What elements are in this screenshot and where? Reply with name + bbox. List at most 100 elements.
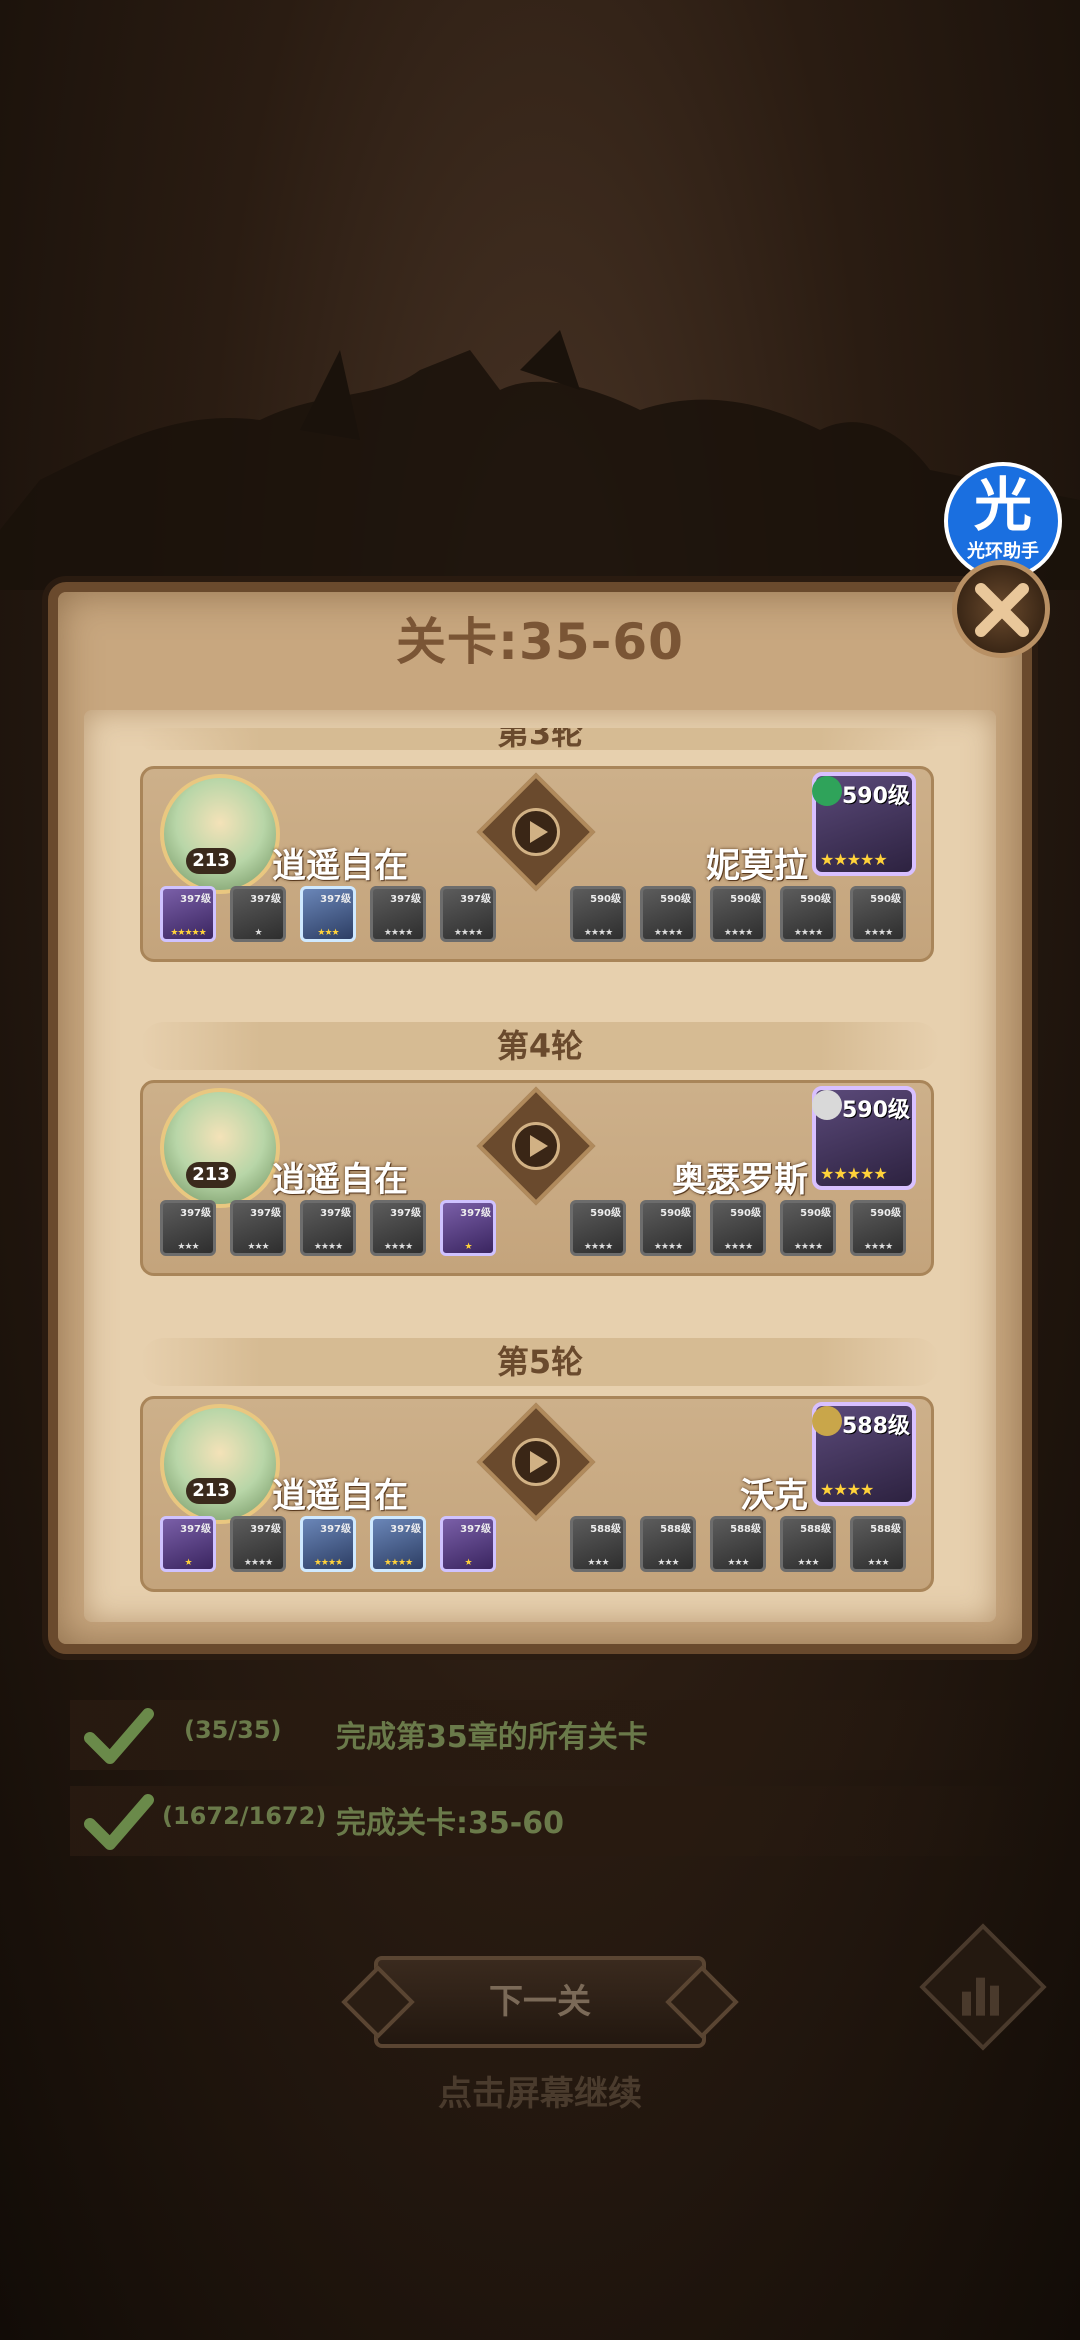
slot-level: 397级 xyxy=(320,1208,351,1219)
slot-stars: ★★★ xyxy=(657,1558,679,1568)
player-hero-slot[interactable]: 397级 ★★★★ xyxy=(370,886,426,942)
faction-icon xyxy=(812,776,842,806)
player-hero-slot[interactable]: 397级 ★ xyxy=(440,1516,496,1572)
slot-level: 588级 xyxy=(870,1524,901,1535)
checkmark-icon xyxy=(84,1708,154,1764)
player-hero-slot[interactable]: 397级 ★★★★ xyxy=(230,1516,286,1572)
slot-stars: ★★★★ xyxy=(793,928,823,938)
player-hero-slot[interactable]: 397级 ★★★ xyxy=(230,1200,286,1256)
slot-level: 397级 xyxy=(180,894,211,905)
enemy-hero-slot[interactable]: 590级 ★★★★ xyxy=(850,886,906,942)
player-hero-slot[interactable]: 397级 ★ xyxy=(160,1516,216,1572)
slot-level: 588级 xyxy=(730,1524,761,1535)
enemy-hero-slot[interactable]: 590级 ★★★★ xyxy=(640,886,696,942)
slot-stars: ★★★★ xyxy=(723,1242,753,1252)
checkmark-icon xyxy=(84,1794,154,1850)
slot-level: 590级 xyxy=(870,894,901,905)
enemy-hero-slot[interactable]: 588级 ★★★ xyxy=(850,1516,906,1572)
slot-stars: ★★★ xyxy=(797,1558,819,1568)
enemy-hero-slot[interactable]: 590级 ★★★★ xyxy=(850,1200,906,1256)
slot-stars: ★★★★ xyxy=(243,1558,273,1568)
enemy-hero-slot[interactable]: 590级 ★★★★ xyxy=(710,1200,766,1256)
slot-level: 590级 xyxy=(590,894,621,905)
slot-stars: ★★★ xyxy=(247,1242,269,1252)
slot-level: 397级 xyxy=(460,1208,491,1219)
enemy-hero-slot[interactable]: 590级 ★★★★ xyxy=(640,1200,696,1256)
slot-level: 588级 xyxy=(660,1524,691,1535)
slot-level: 397级 xyxy=(250,1524,281,1535)
slot-level: 590级 xyxy=(590,1208,621,1219)
player-name: 逍遥自在 xyxy=(272,1160,408,1200)
player-hero-slot[interactable]: 397级 ★★★★ xyxy=(370,1516,426,1572)
enemy-level: 590级 xyxy=(842,1098,910,1123)
enemy-hero-slot[interactable]: 588级 ★★★ xyxy=(570,1516,626,1572)
round-header: 第5轮 xyxy=(140,1338,940,1386)
enemy-hero-slot[interactable]: 588级 ★★★ xyxy=(710,1516,766,1572)
enemy-hero-slot[interactable]: 590级 ★★★★ xyxy=(710,886,766,942)
slot-level: 397级 xyxy=(320,894,351,905)
player-avatar[interactable] xyxy=(160,774,280,894)
slot-level: 397级 xyxy=(390,1208,421,1219)
player-hero-slot[interactable]: 397级 ★★★ xyxy=(160,1200,216,1256)
slot-level: 397级 xyxy=(250,894,281,905)
slot-stars: ★★★★ xyxy=(863,1242,893,1252)
slot-stars: ★ xyxy=(254,928,262,938)
slot-stars: ★★★★ xyxy=(653,1242,683,1252)
slot-level: 590级 xyxy=(730,894,761,905)
enemy-hero-slot[interactable]: 588级 ★★★ xyxy=(640,1516,696,1572)
slot-stars: ★★★★ xyxy=(453,928,483,938)
slot-stars: ★★★★ xyxy=(583,1242,613,1252)
slot-level: 590级 xyxy=(800,894,831,905)
player-hero-slot[interactable]: 397级 ★★★★ xyxy=(440,886,496,942)
battle-stats-button[interactable] xyxy=(919,1923,1047,2051)
slot-level: 588级 xyxy=(800,1524,831,1535)
player-hero-slot[interactable]: 397级 ★ xyxy=(230,886,286,942)
slot-stars: ★★★★ xyxy=(383,1558,413,1568)
slot-level: 397级 xyxy=(390,1524,421,1535)
slot-level: 590级 xyxy=(870,1208,901,1219)
player-hero-slot[interactable]: 397级 ★★★★ xyxy=(300,1200,356,1256)
slot-stars: ★★★ xyxy=(177,1242,199,1252)
slot-level: 397级 xyxy=(460,1524,491,1535)
slot-stars: ★★★ xyxy=(317,928,339,938)
enemy-hero-slot[interactable]: 590级 ★★★★ xyxy=(570,886,626,942)
player-avatar[interactable] xyxy=(160,1088,280,1208)
enemy-hero-slot[interactable]: 590级 ★★★★ xyxy=(780,886,836,942)
enemy-hero-slot[interactable]: 588级 ★★★ xyxy=(780,1516,836,1572)
slot-level: 397级 xyxy=(180,1524,211,1535)
tap-to-continue-hint: 点击屏幕继续 xyxy=(438,2074,642,2114)
close-button[interactable] xyxy=(952,560,1050,658)
task-row: (1672/1672) 完成关卡:35-60 xyxy=(70,1786,1030,1856)
task-progress: (1672/1672) xyxy=(162,1802,327,1830)
slot-level: 588级 xyxy=(590,1524,621,1535)
task-row: (35/35) 完成第35章的所有关卡 xyxy=(70,1700,1030,1770)
player-hero-slot[interactable]: 397级 ★ xyxy=(440,1200,496,1256)
slot-stars: ★ xyxy=(464,1242,472,1252)
player-name: 逍遥自在 xyxy=(272,1476,408,1516)
next-stage-button[interactable]: 下一关 xyxy=(374,1956,706,2048)
background-silhouette xyxy=(0,330,1080,590)
slot-level: 397级 xyxy=(250,1208,281,1219)
enemy-stars: ★★★★★ xyxy=(820,1164,888,1183)
player-avatar[interactable] xyxy=(160,1404,280,1524)
enemy-hero-slot[interactable]: 590级 ★★★★ xyxy=(780,1200,836,1256)
slot-stars: ★★★★ xyxy=(383,928,413,938)
play-icon xyxy=(512,1438,560,1486)
slot-stars: ★★★ xyxy=(867,1558,889,1568)
slot-level: 590级 xyxy=(800,1208,831,1219)
page-title: 关卡:35-60 xyxy=(396,613,684,671)
slot-stars: ★★★★ xyxy=(793,1242,823,1252)
player-hero-slot[interactable]: 397级 ★★★★ xyxy=(370,1200,426,1256)
enemy-name: 奥瑟罗斯 xyxy=(672,1160,808,1200)
enemy-level: 590级 xyxy=(842,784,910,809)
slot-stars: ★ xyxy=(184,1558,192,1568)
player-level-badge: 213 xyxy=(186,1478,236,1504)
faction-icon xyxy=(812,1406,842,1436)
slot-stars: ★★★★ xyxy=(653,928,683,938)
player-hero-slot[interactable]: 397级 ★★★★ xyxy=(300,1516,356,1572)
player-hero-slot[interactable]: 397级 ★★★ xyxy=(300,886,356,942)
player-hero-slot[interactable]: 397级 ★★★★★ xyxy=(160,886,216,942)
task-text: 完成关卡:35-60 xyxy=(336,1806,564,1841)
slot-level: 397级 xyxy=(390,894,421,905)
enemy-hero-slot[interactable]: 590级 ★★★★ xyxy=(570,1200,626,1256)
